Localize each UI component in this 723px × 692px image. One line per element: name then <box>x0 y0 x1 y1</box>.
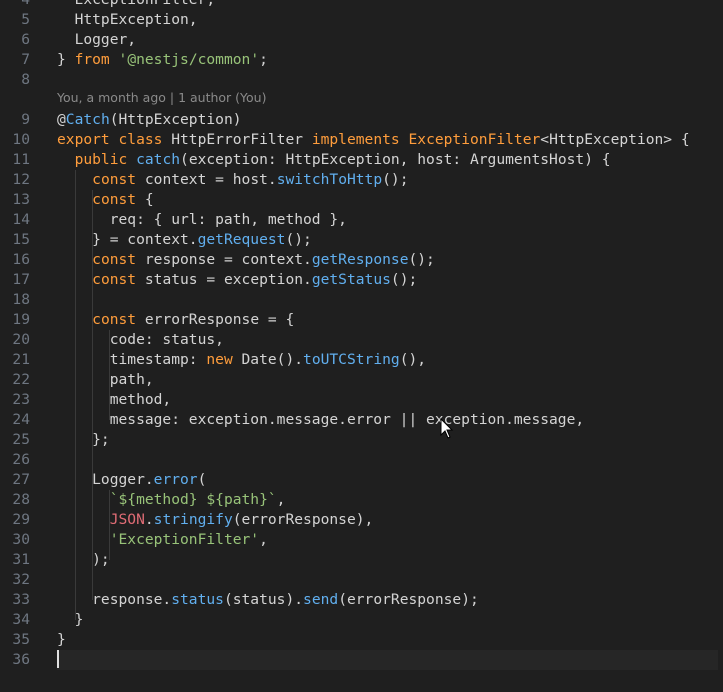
line-number: 36 <box>12 651 30 668</box>
code-text: } = context.getRequest(); <box>57 231 312 248</box>
mouse-pointer-icon <box>440 418 454 439</box>
code-text: path, <box>57 371 154 388</box>
code-text: timestamp: new Date().toUTCString(), <box>57 351 427 368</box>
line-number: 4 <box>0 0 30 10</box>
code-line[interactable]: 12 const context = host.switchToHttp(); <box>0 170 723 190</box>
line-number: 31 <box>12 551 30 568</box>
line-number: 28 <box>12 491 30 508</box>
line-number: 24 <box>12 411 30 428</box>
code-text: response.status(status).send(errorRespon… <box>57 591 479 608</box>
current-line-highlight <box>57 650 718 670</box>
code-line[interactable]: 35} <box>0 630 723 650</box>
line-number: 17 <box>12 271 30 288</box>
code-line[interactable]: 25 }; <box>0 430 723 450</box>
line-number: 10 <box>12 131 30 148</box>
line-number: 15 <box>12 231 30 248</box>
line-number: 22 <box>12 371 30 388</box>
line-number: 33 <box>12 591 30 608</box>
code-text: message: exception.message.error || exce… <box>57 411 585 428</box>
code-text: Logger.error( <box>57 471 207 488</box>
code-line[interactable]: 33 response.status(status).send(errorRes… <box>0 590 723 610</box>
line-number: 13 <box>12 191 30 208</box>
line-number: 18 <box>12 291 30 308</box>
code-text: code: status, <box>57 331 224 348</box>
code-text: 'ExceptionFilter', <box>109 531 268 548</box>
line-number: 20 <box>12 331 30 348</box>
line-number: 23 <box>12 391 30 408</box>
code-text: ); <box>57 551 110 568</box>
line-number: 34 <box>12 611 30 628</box>
code-line[interactable]: 19 const errorResponse = { <box>0 310 723 330</box>
line-number: 6 <box>21 31 30 48</box>
code-line[interactable]: 18 <box>0 290 723 310</box>
code-line[interactable]: 6 Logger, <box>0 30 723 50</box>
code-line[interactable]: 26 <box>0 450 723 470</box>
code-text: HttpException, <box>57 11 198 28</box>
code-line[interactable]: 8 <box>0 70 723 90</box>
code-text: const response = context.getResponse(); <box>92 251 435 268</box>
code-text: } <box>57 631 66 648</box>
line-number: 7 <box>21 51 30 68</box>
line-number: 35 <box>12 631 30 648</box>
line-number: 25 <box>12 431 30 448</box>
code-text: JSON.stringify(errorResponse), <box>109 511 374 528</box>
code-line[interactable]: 32 <box>0 570 723 590</box>
code-line[interactable]: 17 const status = exception.getStatus(); <box>0 270 723 290</box>
code-text: }; <box>57 431 110 448</box>
code-line[interactable]: 13 const { <box>0 190 723 210</box>
code-text: const context = host.switchToHttp(); <box>92 171 409 188</box>
git-blame-annotation[interactable]: You, a month ago | 1 author (You) <box>0 90 723 110</box>
code-line[interactable]: 11 public catch(exception: HttpException… <box>0 150 723 170</box>
code-line[interactable]: 27 Logger.error( <box>0 470 723 490</box>
code-text: const status = exception.getStatus(); <box>92 271 418 288</box>
code-text: } <box>57 611 84 628</box>
line-number: 12 <box>12 171 30 188</box>
code-text: req: { url: path, method }, <box>57 211 347 228</box>
code-line[interactable]: 16 const response = context.getResponse(… <box>0 250 723 270</box>
indent-guide <box>109 330 110 420</box>
code-text: Logger, <box>57 31 137 48</box>
code-line[interactable]: 15 } = context.getRequest(); <box>0 230 723 250</box>
code-line[interactable]: 5 HttpException, <box>0 10 723 30</box>
code-text: } from '@nestjs/common'; <box>57 51 268 68</box>
code-text: public catch(exception: HttpException, h… <box>74 151 611 168</box>
code-text: @Catch(HttpException) <box>57 111 242 128</box>
indent-guide <box>92 190 93 600</box>
text-cursor <box>57 650 59 668</box>
code-text: ExceptionFilter, <box>57 0 216 10</box>
line-number: 11 <box>12 151 30 168</box>
indent-guide <box>75 170 76 620</box>
line-number: 30 <box>12 531 30 548</box>
line-number: 9 <box>21 111 30 128</box>
code-text: const { <box>92 191 154 208</box>
code-line[interactable]: 14 req: { url: path, method }, <box>0 210 723 230</box>
line-number: 5 <box>21 11 30 28</box>
line-number: 14 <box>12 211 30 228</box>
line-number: 26 <box>12 451 30 468</box>
line-number: 19 <box>12 311 30 328</box>
code-line[interactable]: 34 } <box>0 610 723 630</box>
code-line[interactable]: 10 export class HttpErrorFilter implement… <box>0 130 723 150</box>
code-line[interactable]: 7 } from '@nestjs/common'; <box>0 50 723 70</box>
line-number: 16 <box>12 251 30 268</box>
line-number: 27 <box>12 471 30 488</box>
indent-guide <box>109 490 110 560</box>
code-line[interactable]: 9 @Catch(HttpException) <box>0 110 723 130</box>
code-text <box>57 650 59 670</box>
code-text: export class HttpErrorFilter implements … <box>57 131 690 148</box>
line-number: 32 <box>12 571 30 588</box>
line-number: 8 <box>21 71 30 88</box>
git-blame-text: You, a month ago | 1 author (You) <box>57 90 267 105</box>
line-number: 29 <box>12 511 30 528</box>
line-number: 21 <box>12 351 30 368</box>
code-line[interactable]: 4 ExceptionFilter, <box>0 0 723 10</box>
code-line[interactable]: 36 <box>0 650 723 670</box>
